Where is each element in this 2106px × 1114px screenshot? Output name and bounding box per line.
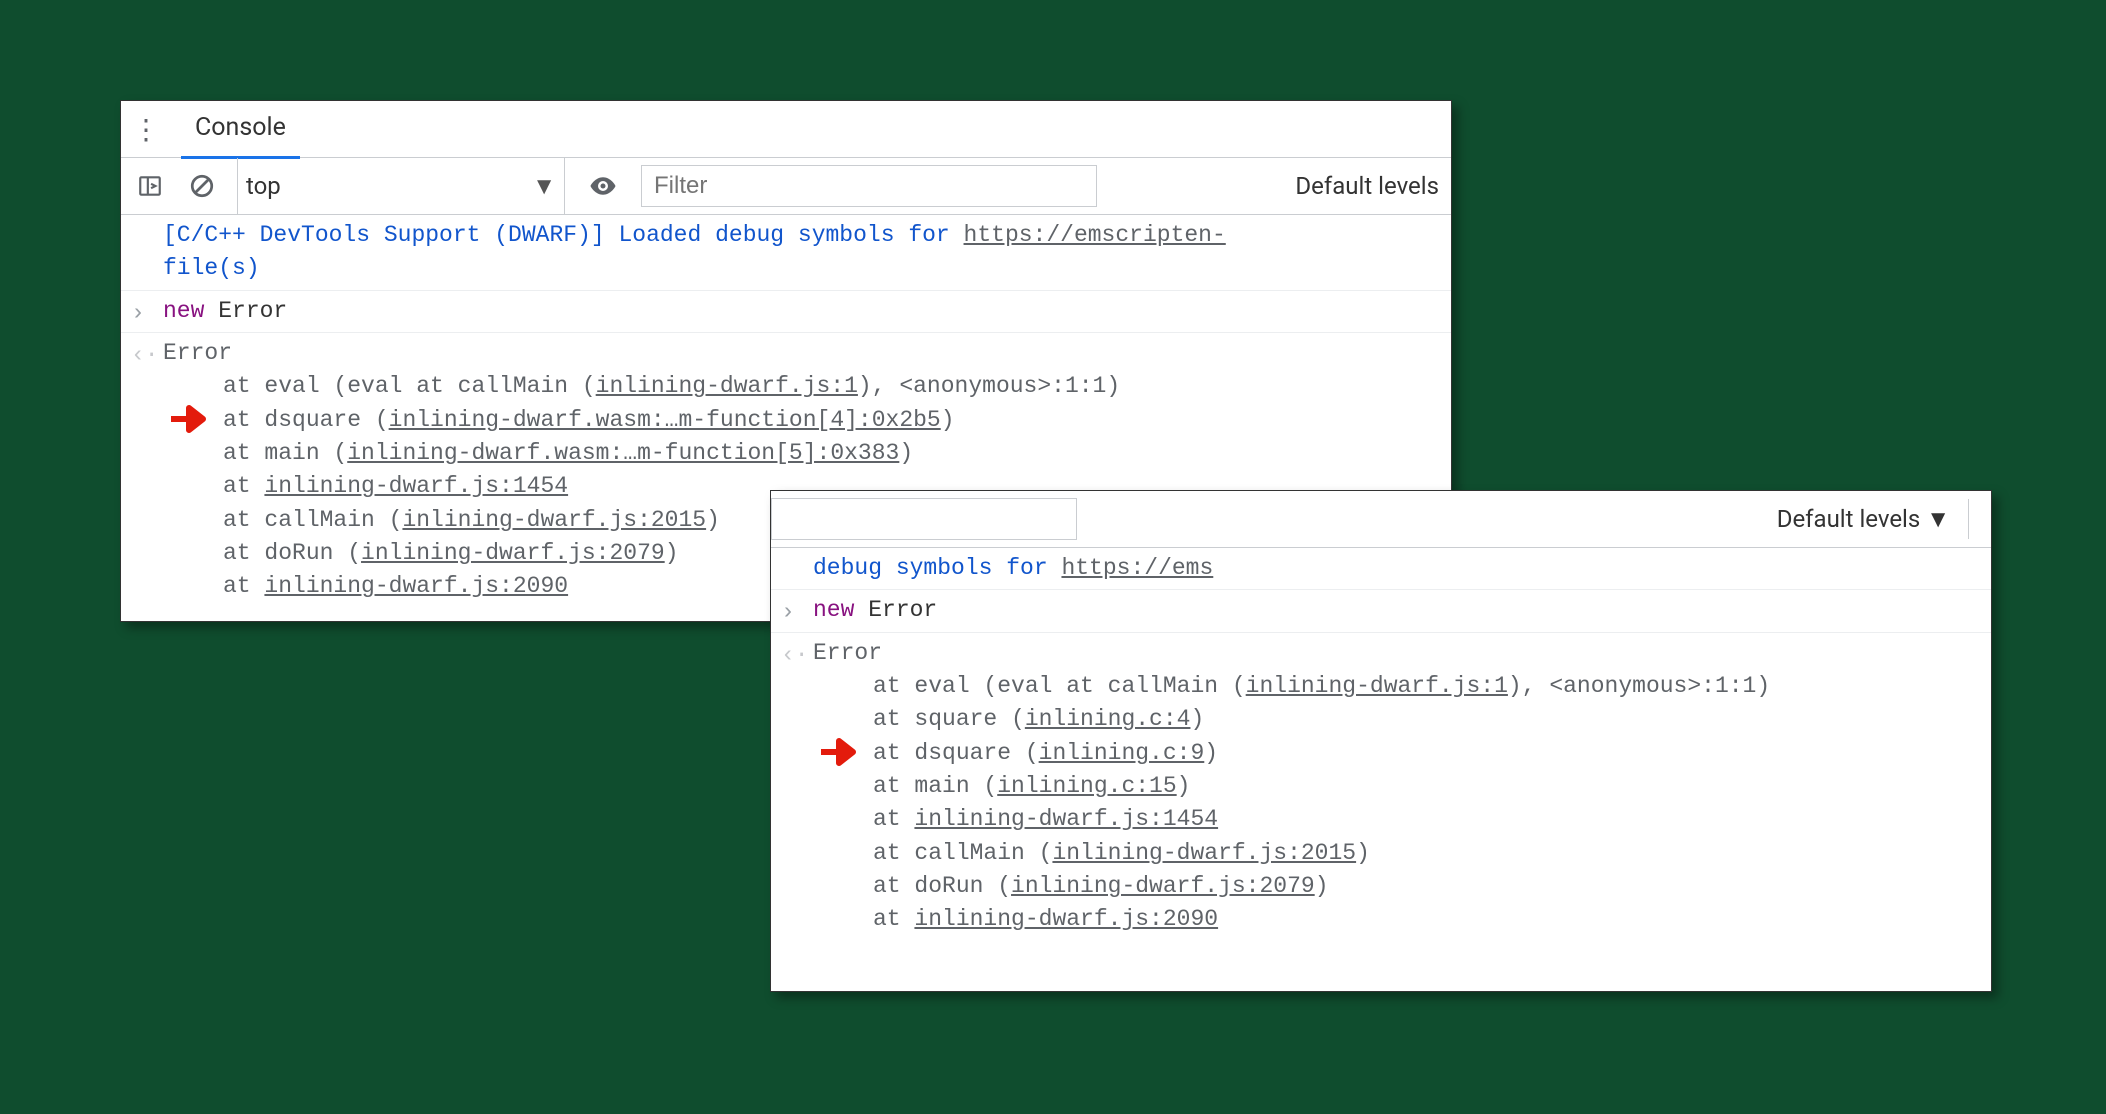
stack-frame: at doRun (inlining-dwarf.js:2079) bbox=[813, 870, 1981, 903]
tab-bar: ⋮ Console bbox=[121, 101, 1451, 158]
frame-prefix: at dsquare ( bbox=[223, 407, 389, 433]
levels-label: Default levels bbox=[1295, 172, 1439, 200]
clear-console-icon[interactable] bbox=[185, 169, 219, 203]
frame-suffix: ) bbox=[1315, 873, 1329, 899]
keyword-new: new bbox=[813, 597, 854, 623]
frame-suffix: ) bbox=[665, 540, 679, 566]
frame-prefix: at callMain ( bbox=[223, 507, 402, 533]
more-icon[interactable]: ⋮ bbox=[131, 113, 161, 146]
info-link[interactable]: https://emscripten- bbox=[964, 222, 1226, 248]
source-link[interactable]: inlining.c:9 bbox=[1039, 740, 1205, 766]
stack-frame: at callMain (inlining-dwarf.js:2015) bbox=[813, 837, 1981, 870]
frame-suffix: ) bbox=[1204, 740, 1218, 766]
source-link[interactable]: inlining-dwarf.js:1 bbox=[1246, 673, 1508, 699]
frame-suffix: ), <anonymous>:1:1) bbox=[1508, 673, 1770, 699]
tab-label: Console bbox=[195, 113, 286, 142]
frame-prefix: at callMain ( bbox=[873, 840, 1052, 866]
stack-frame: at inlining-dwarf.js:2090 bbox=[813, 903, 1981, 936]
frame-prefix: at square ( bbox=[873, 706, 1025, 732]
console-input-row[interactable]: › new Error bbox=[121, 291, 1451, 333]
live-expression-icon[interactable] bbox=[583, 169, 623, 203]
source-link[interactable]: inlining-dwarf.js:2015 bbox=[402, 507, 706, 533]
log-level-selector[interactable]: Default levels bbox=[1295, 172, 1439, 200]
frame-prefix: at eval (eval at callMain ( bbox=[873, 673, 1246, 699]
stack-frame: at eval (eval at callMain (inlining-dwar… bbox=[163, 370, 1441, 403]
source-link[interactable]: inlining.c:4 bbox=[1025, 706, 1191, 732]
frame-prefix: at dsquare ( bbox=[873, 740, 1039, 766]
highlight-arrow-icon bbox=[819, 737, 865, 767]
frame-suffix: ) bbox=[1177, 773, 1191, 799]
info-text: debug symbols for https://ems bbox=[813, 555, 1213, 581]
levels-label: Default levels ▼ bbox=[1777, 505, 1950, 534]
frame-prefix: at bbox=[223, 473, 264, 499]
info-text: [C/C++ DevTools Support (DWARF)] Loaded … bbox=[163, 222, 1226, 248]
output-chevron-icon: ‹· bbox=[781, 639, 809, 672]
source-link[interactable]: inlining-dwarf.js:2090 bbox=[914, 906, 1218, 932]
frame-suffix: ) bbox=[941, 407, 955, 433]
error-label: Error bbox=[813, 640, 882, 666]
source-link[interactable]: inlining-dwarf.js:1 bbox=[596, 373, 858, 399]
input-chevron-icon: › bbox=[131, 297, 145, 330]
frame-suffix: ) bbox=[1190, 706, 1204, 732]
input-rest: Error bbox=[854, 597, 937, 623]
stack-frame: at inlining-dwarf.js:1454 bbox=[813, 803, 1981, 836]
frame-prefix: at bbox=[873, 806, 914, 832]
error-label: Error bbox=[163, 340, 232, 366]
source-link[interactable]: inlining-dwarf.js:2079 bbox=[1011, 873, 1315, 899]
stack-frame: at dsquare (inlining.c:9) bbox=[813, 737, 1981, 770]
stack-frame: at eval (eval at callMain (inlining-dwar… bbox=[813, 670, 1981, 703]
source-link[interactable]: inlining-dwarf.js:1454 bbox=[914, 806, 1218, 832]
input-rest: Error bbox=[204, 298, 287, 324]
info-message: [C/C++ DevTools Support (DWARF)] Loaded … bbox=[121, 215, 1451, 291]
sidebar-toggle-icon[interactable] bbox=[133, 169, 167, 203]
context-selector[interactable]: top ▼ bbox=[237, 158, 565, 214]
frame-suffix: ) bbox=[1356, 840, 1370, 866]
frame-suffix: ) bbox=[706, 507, 720, 533]
source-link[interactable]: inlining-dwarf.js:2090 bbox=[264, 573, 568, 599]
source-link[interactable]: inlining-dwarf.wasm:…m-function[4]:0x2b5 bbox=[389, 407, 941, 433]
stack-frame: at dsquare (inlining-dwarf.wasm:…m-funct… bbox=[163, 404, 1441, 437]
console-input-row[interactable]: › new Error bbox=[771, 590, 1991, 632]
context-label: top bbox=[246, 172, 281, 200]
frame-prefix: at eval (eval at callMain ( bbox=[223, 373, 596, 399]
frame-suffix: ) bbox=[899, 440, 913, 466]
frame-prefix: at doRun ( bbox=[873, 873, 1011, 899]
console-output-row: ‹· Error at eval (eval at callMain (inli… bbox=[771, 633, 1991, 941]
filter-input[interactable] bbox=[771, 498, 1077, 540]
console-toolbar: top ▼ Default levels bbox=[121, 158, 1451, 215]
info-link[interactable]: https://ems bbox=[1061, 555, 1213, 581]
stack-frame: at square (inlining.c:4) bbox=[813, 703, 1981, 736]
input-chevron-icon: › bbox=[781, 596, 795, 629]
info-message: debug symbols for https://ems bbox=[771, 548, 1991, 590]
log-level-selector[interactable]: Default levels ▼ bbox=[1777, 505, 1950, 534]
keyword-new: new bbox=[163, 298, 204, 324]
frame-prefix: at bbox=[223, 573, 264, 599]
stack-frame: at main (inlining-dwarf.wasm:…m-function… bbox=[163, 437, 1441, 470]
source-link[interactable]: inlining-dwarf.js:2079 bbox=[361, 540, 665, 566]
console-log-area: debug symbols for https://ems › new Erro… bbox=[771, 548, 1991, 941]
frame-suffix: ), <anonymous>:1:1) bbox=[858, 373, 1120, 399]
highlight-arrow-icon bbox=[169, 404, 215, 434]
chevron-down-icon: ▼ bbox=[532, 172, 556, 201]
frame-prefix: at main ( bbox=[223, 440, 347, 466]
output-chevron-icon: ‹· bbox=[131, 339, 159, 372]
source-link[interactable]: inlining.c:15 bbox=[997, 773, 1176, 799]
source-link[interactable]: inlining-dwarf.js:1454 bbox=[264, 473, 568, 499]
frame-prefix: at bbox=[873, 906, 914, 932]
divider bbox=[1968, 499, 1979, 539]
stack-frame: at main (inlining.c:15) bbox=[813, 770, 1981, 803]
info-suffix: file(s) bbox=[163, 255, 260, 281]
frame-prefix: at doRun ( bbox=[223, 540, 361, 566]
console-toolbar-partial: Default levels ▼ bbox=[771, 491, 1991, 548]
tab-console[interactable]: Console bbox=[181, 100, 300, 159]
stack-trace: at eval (eval at callMain (inlining-dwar… bbox=[813, 670, 1981, 937]
source-link[interactable]: inlining-dwarf.wasm:…m-function[5]:0x383 bbox=[347, 440, 899, 466]
devtools-panel-after: Default levels ▼ debug symbols for https… bbox=[770, 490, 1992, 992]
frame-prefix: at main ( bbox=[873, 773, 997, 799]
source-link[interactable]: inlining-dwarf.js:2015 bbox=[1052, 840, 1356, 866]
filter-input[interactable] bbox=[641, 165, 1097, 207]
